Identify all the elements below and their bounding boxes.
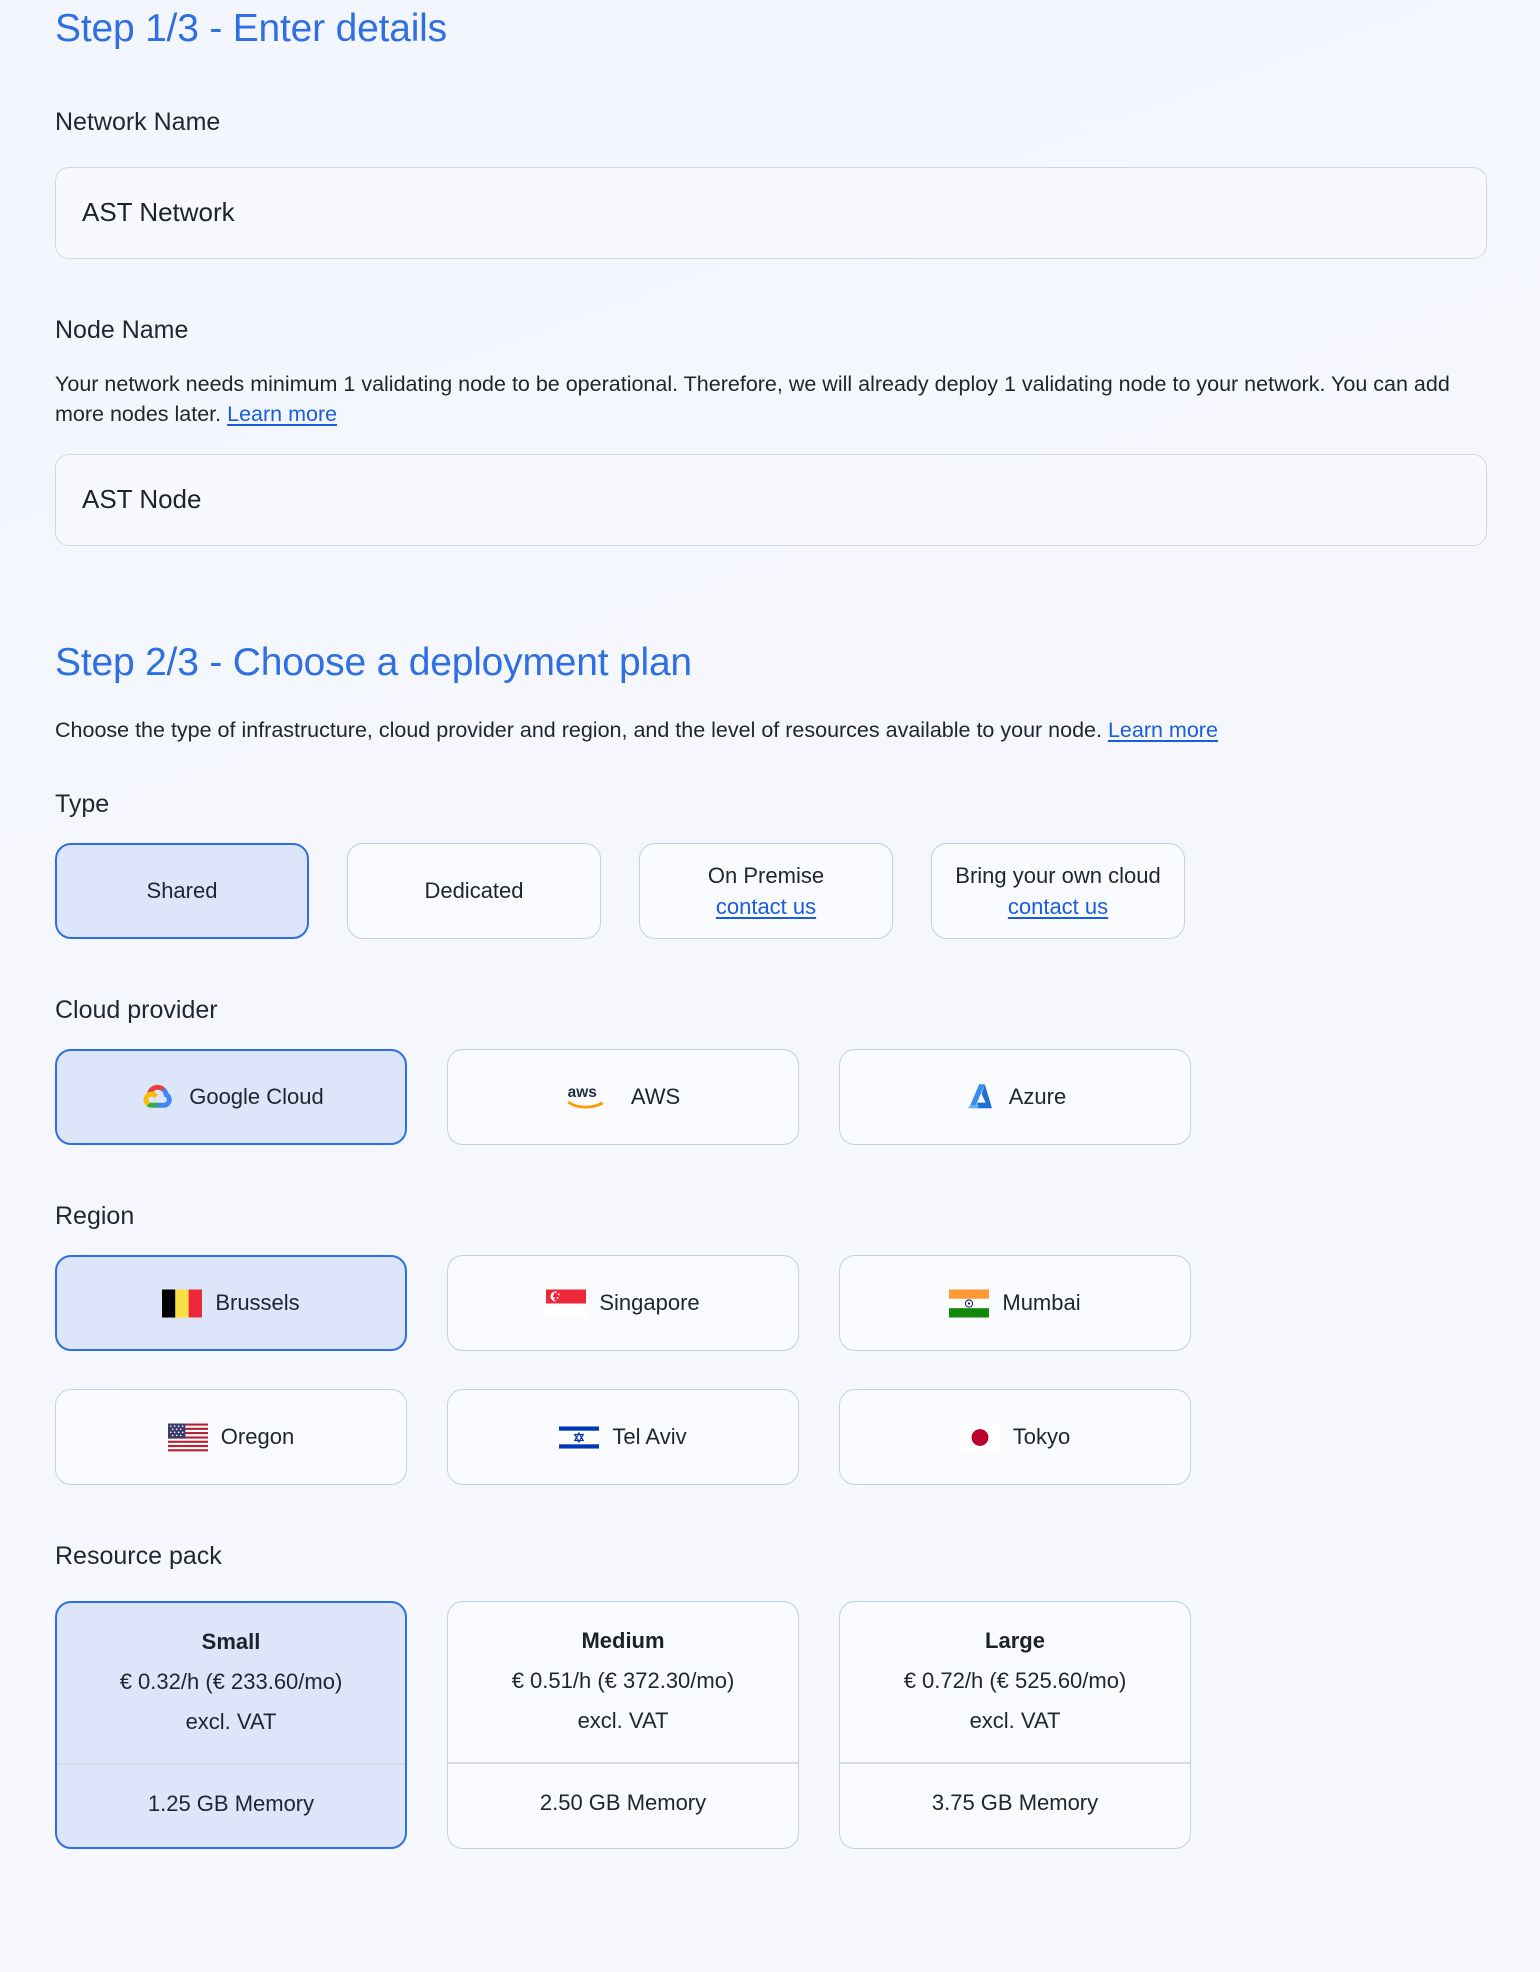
resource-pack-option-medium[interactable]: Medium € 0.51/h (€ 372.30/mo) excl. VAT … xyxy=(447,1601,799,1849)
flag-india-icon xyxy=(949,1289,989,1318)
node-name-learn-more-link[interactable]: Learn more xyxy=(227,402,337,426)
node-name-label: Node Name xyxy=(55,315,1485,345)
resource-pack-medium-price: € 0.51/h (€ 372.30/mo) xyxy=(458,1668,788,1694)
resource-pack-option-large[interactable]: Large € 0.72/h (€ 525.60/mo) excl. VAT 3… xyxy=(839,1601,1191,1849)
region-option-oregon[interactable]: Oregon xyxy=(55,1389,407,1485)
region-option-row-1: Brussels Singapore xyxy=(55,1255,1485,1351)
step-2-title: Step 2/3 - Choose a deployment plan xyxy=(55,642,1485,685)
region-mumbai-label: Mumbai xyxy=(1002,1288,1080,1318)
region-singapore-label: Singapore xyxy=(599,1288,699,1318)
type-option-byoc-contact-link[interactable]: contact us xyxy=(1008,892,1108,922)
type-option-row: Shared Dedicated On Premise contact us B… xyxy=(55,843,1485,939)
resource-pack-large-head: Large € 0.72/h (€ 525.60/mo) excl. VAT xyxy=(840,1602,1190,1762)
region-tel-aviv-label: Tel Aviv xyxy=(612,1422,686,1452)
type-option-dedicated-label: Dedicated xyxy=(424,876,523,906)
type-option-on-premise-contact-link[interactable]: contact us xyxy=(716,892,816,922)
type-option-byoc-label: Bring your own cloud xyxy=(955,861,1160,891)
resource-pack-medium-memory: 2.50 GB Memory xyxy=(448,1764,798,1846)
region-option-row-2: Oregon Tel Aviv Tokyo xyxy=(55,1389,1485,1485)
cloud-provider-aws-label: AWS xyxy=(631,1082,680,1112)
google-cloud-logo xyxy=(138,1080,176,1114)
resource-pack-label: Resource pack xyxy=(55,1541,1485,1571)
step-2-learn-more-link[interactable]: Learn more xyxy=(1108,718,1218,742)
svg-text:aws: aws xyxy=(567,1084,596,1101)
resource-pack-small-head: Small € 0.32/h (€ 233.60/mo) excl. VAT xyxy=(57,1603,405,1763)
type-option-shared[interactable]: Shared xyxy=(55,843,309,939)
network-name-field-group: Network Name xyxy=(55,107,1485,259)
region-option-tel-aviv[interactable]: Tel Aviv xyxy=(447,1389,799,1485)
step-1-title: Step 1/3 - Enter details xyxy=(55,0,1485,51)
step-2-description-copy: Choose the type of infrastructure, cloud… xyxy=(55,718,1102,742)
type-option-bring-your-own-cloud[interactable]: Bring your own cloud contact us xyxy=(931,843,1185,939)
cloud-provider-option-row: Google Cloud aws AWS Azure xyxy=(55,1049,1485,1145)
resource-pack-small-name: Small xyxy=(67,1629,395,1655)
node-name-field-group: Node Name Your network needs minimum 1 v… xyxy=(55,315,1485,546)
region-brussels-label: Brussels xyxy=(215,1288,299,1318)
cloud-provider-google-cloud-label: Google Cloud xyxy=(189,1082,324,1112)
region-option-tokyo[interactable]: Tokyo xyxy=(839,1389,1191,1485)
flag-singapore-icon xyxy=(546,1289,586,1318)
network-name-label: Network Name xyxy=(55,107,1485,137)
type-option-on-premise-label: On Premise xyxy=(708,861,824,891)
region-tokyo-label: Tokyo xyxy=(1013,1422,1070,1452)
region-option-brussels[interactable]: Brussels xyxy=(55,1255,407,1351)
resource-pack-option-row: Small € 0.32/h (€ 233.60/mo) excl. VAT 1… xyxy=(55,1601,1485,1849)
region-option-singapore[interactable]: Singapore xyxy=(447,1255,799,1351)
resource-pack-medium-head: Medium € 0.51/h (€ 372.30/mo) excl. VAT xyxy=(448,1602,798,1762)
cloud-provider-option-google-cloud[interactable]: Google Cloud xyxy=(55,1049,407,1145)
resource-pack-large-name: Large xyxy=(850,1628,1180,1654)
resource-pack-large-memory: 3.75 GB Memory xyxy=(840,1764,1190,1846)
cloud-provider-option-azure[interactable]: Azure xyxy=(839,1049,1191,1145)
resource-pack-large-vat: excl. VAT xyxy=(850,1708,1180,1734)
resource-pack-option-small[interactable]: Small € 0.32/h (€ 233.60/mo) excl. VAT 1… xyxy=(55,1601,407,1849)
resource-pack-large-price: € 0.72/h (€ 525.60/mo) xyxy=(850,1668,1180,1694)
resource-pack-small-vat: excl. VAT xyxy=(67,1709,395,1735)
deployment-wizard-page: Step 1/3 - Enter details Network Name No… xyxy=(0,0,1540,1849)
flag-belgium-icon xyxy=(162,1289,202,1318)
type-label: Type xyxy=(55,789,1485,819)
azure-logo xyxy=(964,1080,996,1114)
region-oregon-label: Oregon xyxy=(221,1422,294,1452)
resource-pack-medium-vat: excl. VAT xyxy=(458,1708,788,1734)
resource-pack-medium-name: Medium xyxy=(458,1628,788,1654)
type-option-dedicated[interactable]: Dedicated xyxy=(347,843,601,939)
node-name-input[interactable] xyxy=(55,454,1487,546)
resource-pack-small-price: € 0.32/h (€ 233.60/mo) xyxy=(67,1669,395,1695)
region-option-mumbai[interactable]: Mumbai xyxy=(839,1255,1191,1351)
flag-israel-icon xyxy=(559,1423,599,1452)
cloud-provider-option-aws[interactable]: aws AWS xyxy=(447,1049,799,1145)
node-name-helper-text: Your network needs minimum 1 validating … xyxy=(55,369,1485,430)
aws-logo: aws xyxy=(566,1080,618,1114)
cloud-provider-azure-label: Azure xyxy=(1009,1082,1066,1112)
type-option-shared-label: Shared xyxy=(147,876,218,906)
type-option-on-premise[interactable]: On Premise contact us xyxy=(639,843,893,939)
resource-pack-small-memory: 1.25 GB Memory xyxy=(57,1765,405,1847)
step-2-description: Choose the type of infrastructure, cloud… xyxy=(55,715,1485,746)
flag-usa-icon xyxy=(168,1423,208,1452)
cloud-provider-label: Cloud provider xyxy=(55,995,1485,1025)
region-label: Region xyxy=(55,1201,1485,1231)
flag-japan-icon xyxy=(960,1423,1000,1452)
network-name-input[interactable] xyxy=(55,167,1487,259)
